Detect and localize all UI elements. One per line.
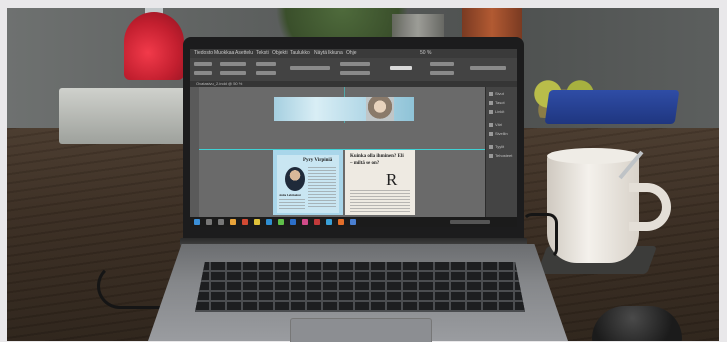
spread-left-page[interactable]: Pyry Virpiniä Anita Lehtisalmi bbox=[273, 150, 343, 215]
keyboard-rows bbox=[195, 262, 525, 312]
menu-item[interactable]: Teksti bbox=[256, 50, 269, 56]
color-icon bbox=[489, 123, 493, 127]
app-icon[interactable] bbox=[242, 219, 248, 225]
app-icon[interactable] bbox=[266, 219, 272, 225]
author-name: Anita Lehtisalmi bbox=[279, 193, 301, 197]
panel-item[interactable]: Tehosteet bbox=[489, 153, 515, 160]
toolbar-field[interactable] bbox=[470, 66, 506, 70]
menu-item[interactable]: Tiedosto bbox=[194, 50, 213, 56]
toolbar-field[interactable] bbox=[220, 62, 246, 66]
stroke-field[interactable] bbox=[390, 66, 412, 70]
menu-item[interactable]: Objekti bbox=[272, 50, 288, 56]
system-tray[interactable] bbox=[450, 220, 490, 224]
app-icon[interactable] bbox=[290, 219, 296, 225]
body-text bbox=[279, 199, 305, 211]
brush-icon bbox=[489, 132, 493, 136]
body-text bbox=[308, 167, 336, 207]
portrait-image[interactable] bbox=[366, 97, 394, 121]
side-panel: Sivut Tasot Linkit Väri Sivellin Tyylit … bbox=[485, 87, 517, 217]
app-icon[interactable] bbox=[314, 219, 320, 225]
panel-item[interactable]: Sivellin bbox=[489, 131, 515, 138]
panel-item[interactable]: Tyylit bbox=[489, 144, 515, 151]
app-icon[interactable] bbox=[326, 219, 332, 225]
links-icon bbox=[489, 110, 493, 114]
toolbar-field[interactable] bbox=[340, 71, 370, 75]
blue-device bbox=[544, 90, 680, 124]
cup-rim bbox=[547, 148, 639, 164]
app-icon[interactable] bbox=[278, 219, 284, 225]
computer-mouse[interactable] bbox=[592, 306, 682, 341]
spread-right-page[interactable]: Kuinka olla ihminen? Eli – miltä se on? … bbox=[345, 150, 415, 215]
styles-icon bbox=[489, 145, 493, 149]
toolbar-field[interactable] bbox=[220, 71, 246, 75]
indesign-icon[interactable] bbox=[302, 219, 308, 225]
toolbar-field[interactable] bbox=[430, 62, 454, 66]
toolbar-field[interactable] bbox=[194, 62, 212, 66]
document-tab[interactable]: Ovatasivu_2.indd @ 50 % bbox=[196, 81, 242, 86]
menu-item[interactable]: Muokkaa bbox=[214, 50, 234, 56]
toolbar-field[interactable] bbox=[256, 62, 276, 66]
folder-icon[interactable] bbox=[230, 219, 236, 225]
toolbar-field[interactable] bbox=[430, 71, 454, 75]
search-icon[interactable] bbox=[206, 219, 212, 225]
logo-letter: R bbox=[386, 170, 398, 189]
start-icon[interactable] bbox=[194, 219, 200, 225]
panel-item[interactable]: Linkit bbox=[489, 109, 515, 116]
menu-item[interactable]: Näytä bbox=[314, 50, 327, 56]
toolbar-field[interactable] bbox=[340, 62, 370, 66]
app-icon[interactable] bbox=[350, 219, 356, 225]
panel-item[interactable]: Väri bbox=[489, 122, 515, 129]
menu-item[interactable]: Ikkuna bbox=[328, 50, 343, 56]
toolbar-field[interactable] bbox=[290, 66, 330, 70]
article-subtitle-right: – miltä se on? bbox=[350, 161, 380, 166]
article-box: Pyry Virpiniä Anita Lehtisalmi bbox=[277, 155, 339, 213]
menu-item[interactable]: Asettelu bbox=[235, 50, 253, 56]
author-photo bbox=[285, 167, 305, 191]
os-taskbar bbox=[190, 217, 517, 227]
app-icon[interactable] bbox=[338, 219, 344, 225]
menu-item[interactable]: Taulukko bbox=[290, 50, 310, 56]
control-toolbar bbox=[190, 58, 517, 82]
panel-item[interactable]: Sivut bbox=[489, 91, 515, 98]
zoom-level[interactable]: 50 % bbox=[420, 50, 431, 56]
storage-box bbox=[59, 88, 189, 144]
app-icon[interactable] bbox=[254, 219, 260, 225]
touchpad[interactable] bbox=[290, 318, 432, 342]
app-menubar: Tiedosto Muokkaa Asettelu Teksti Objekti… bbox=[190, 49, 517, 58]
panel-item[interactable]: Tasot bbox=[489, 100, 515, 107]
pasteboard[interactable]: Pyry Virpiniä Anita Lehtisalmi Kuinka ol… bbox=[199, 87, 485, 217]
pages-icon bbox=[489, 92, 493, 96]
article-title-left: Pyry Virpiniä bbox=[303, 158, 333, 163]
red-flask bbox=[124, 12, 184, 80]
menu-item[interactable]: Ohje bbox=[346, 50, 357, 56]
effects-icon bbox=[489, 154, 493, 158]
toolbar-field[interactable] bbox=[256, 71, 276, 75]
article-title-right: Kuinka olla ihminen? Eli bbox=[350, 154, 404, 159]
body-text bbox=[350, 190, 410, 212]
laptop-screen: Tiedosto Muokkaa Asettelu Teksti Objekti… bbox=[190, 49, 517, 227]
layers-icon bbox=[489, 101, 493, 105]
toolbar-field[interactable] bbox=[194, 71, 212, 75]
taskview-icon[interactable] bbox=[218, 219, 224, 225]
